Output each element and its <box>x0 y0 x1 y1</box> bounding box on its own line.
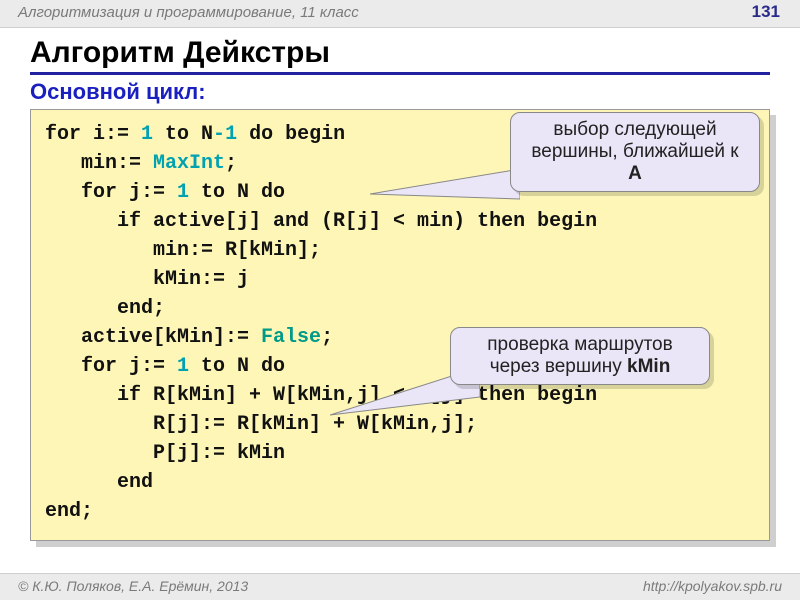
callout-check-routes: проверка маршрутов через вершину kMin <box>450 327 710 385</box>
footer-url: http://kpolyakov.spb.ru <box>643 578 782 594</box>
slide-footer: © К.Ю. Поляков, Е.А. Ерёмин, 2013 http:/… <box>0 573 800 600</box>
course-label: Алгоритмизация и программирование, 11 кл… <box>18 4 359 21</box>
slide-title: Алгоритм Дейкстры <box>30 36 770 70</box>
copyright: © К.Ю. Поляков, Е.А. Ерёмин, 2013 <box>18 578 248 594</box>
slide-header: Алгоритмизация и программирование, 11 кл… <box>0 0 800 28</box>
section-subtitle: Основной цикл: <box>30 79 770 105</box>
callout-tail-1 <box>370 169 520 219</box>
callout-select-vertex: выбор следующей вершины, ближайшей к A <box>510 112 760 192</box>
code-area: for i:= 1 to N-1 do begin min:= MaxInt; … <box>30 109 770 541</box>
page-number: 131 <box>752 2 780 22</box>
title-rule <box>30 72 770 75</box>
